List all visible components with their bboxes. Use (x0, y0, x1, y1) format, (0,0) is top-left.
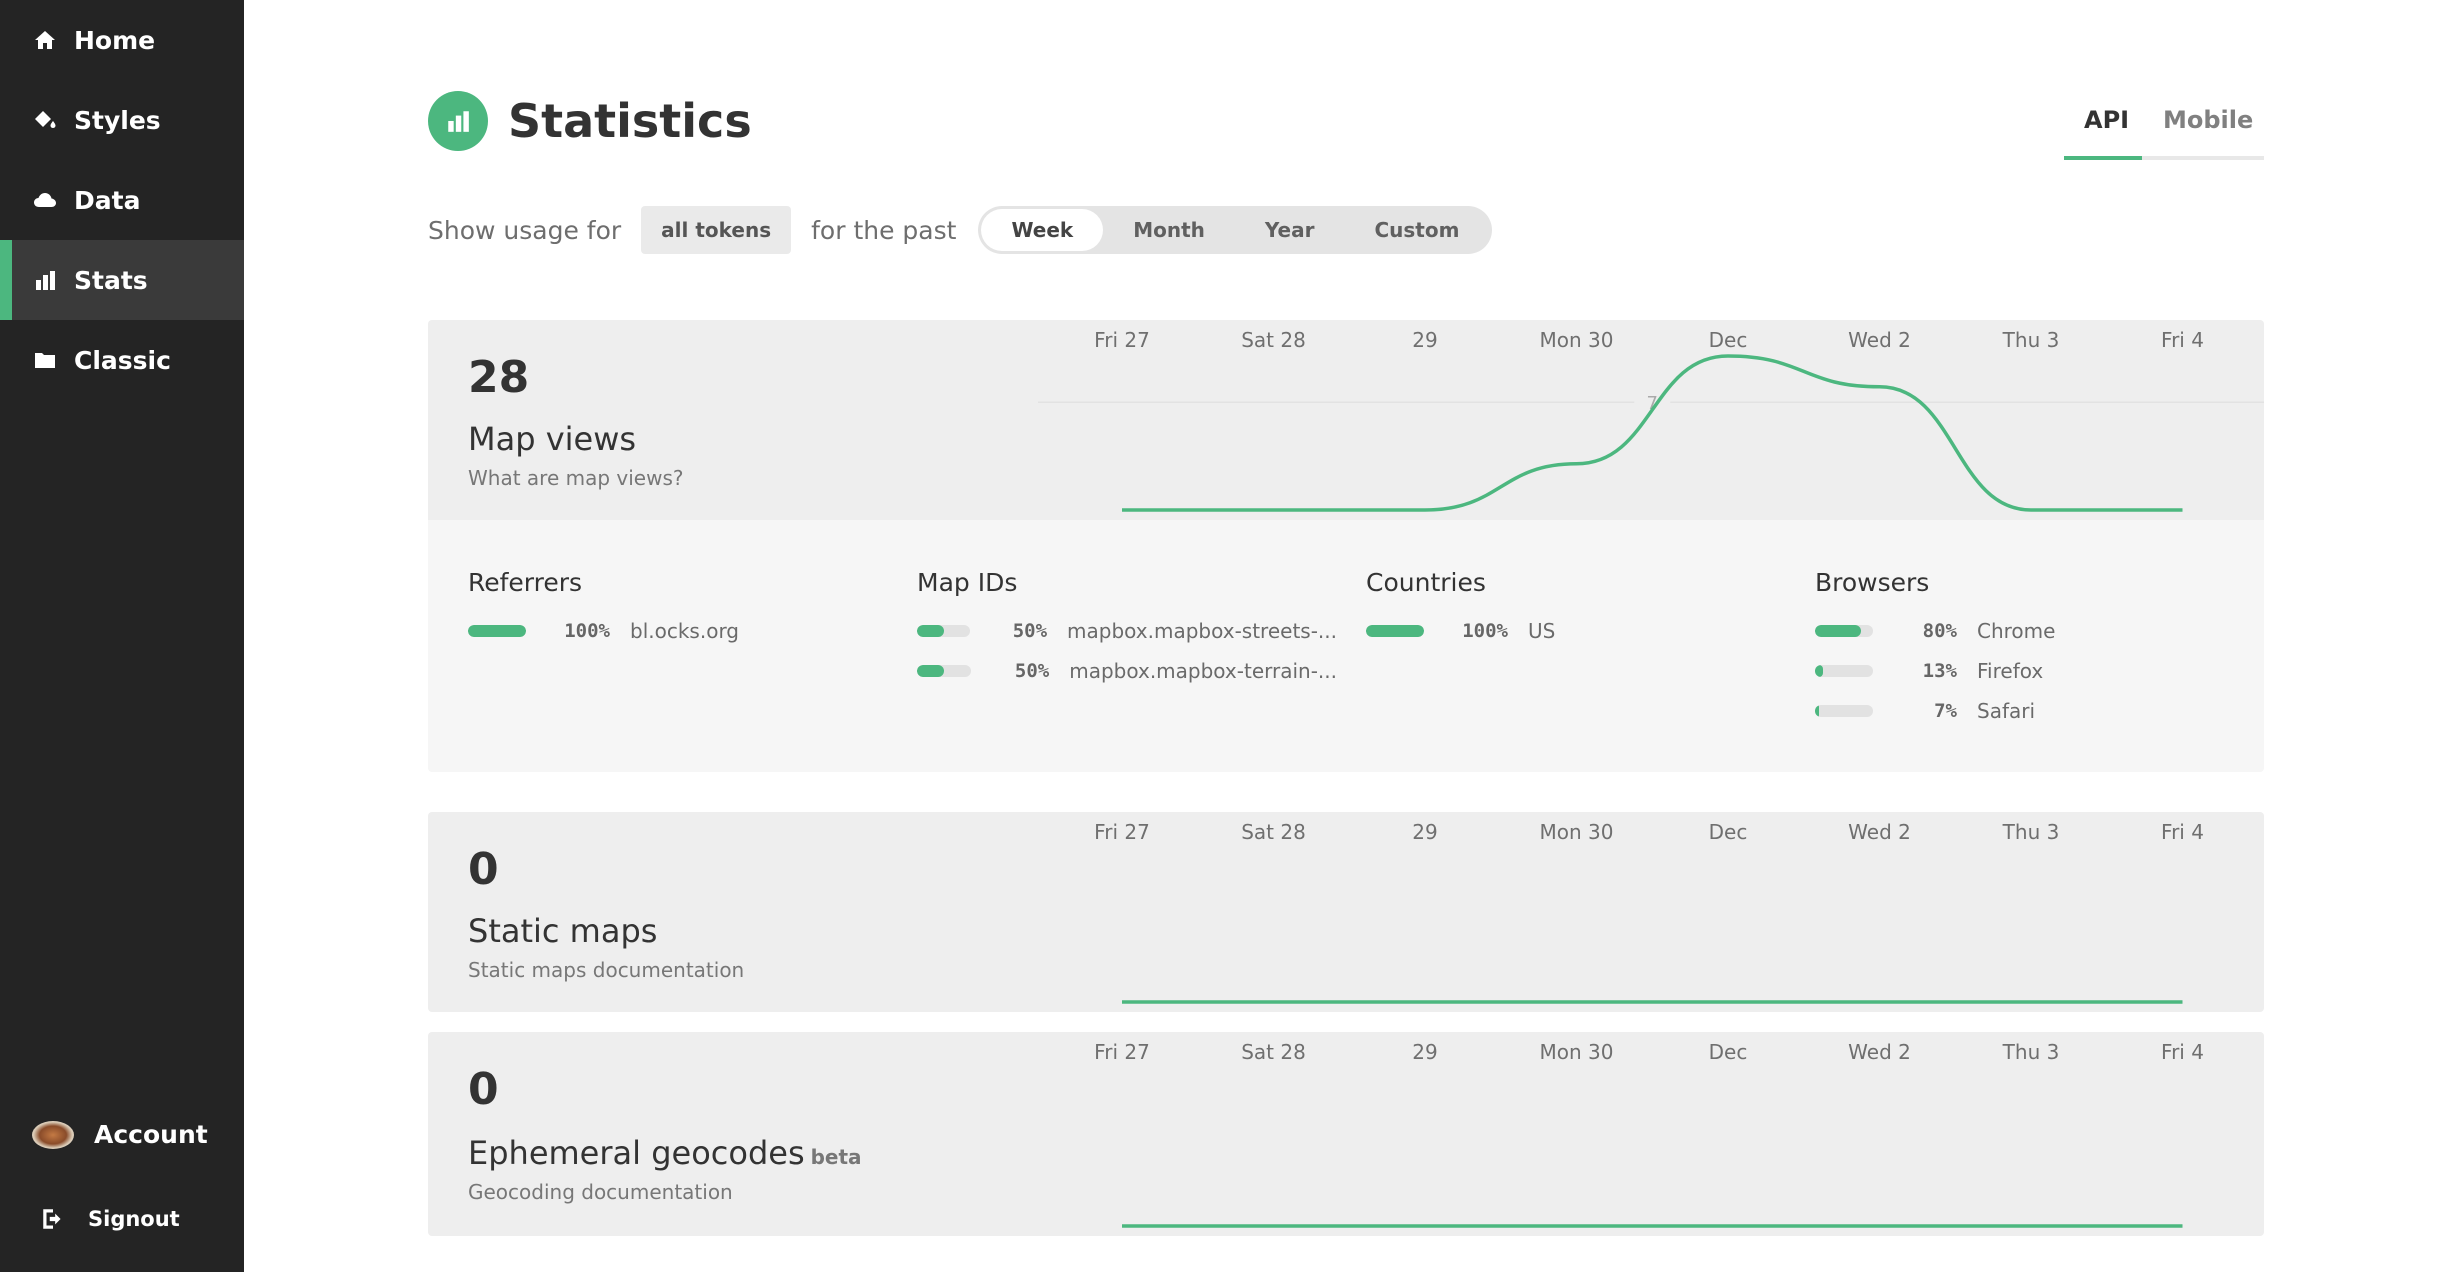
map-id-name: mapbox.mapbox-terrain-... (1069, 659, 1337, 683)
sidebar-item-classic[interactable]: Classic (0, 320, 244, 400)
period-week-button[interactable]: Week (981, 209, 1104, 251)
browsers-title: Browsers (1815, 568, 1930, 597)
percent-value: 100% (564, 620, 610, 642)
page-title: Statistics (508, 94, 752, 148)
line-chart-svg (1121, 1000, 2183, 1004)
percent-value: 7% (1934, 700, 1957, 722)
percent-bar (1366, 625, 1424, 637)
browser-name: Safari (1977, 699, 2036, 723)
list-item: 80% Chrome (1815, 611, 2235, 651)
signout-icon (43, 1209, 61, 1229)
bar-chart-icon (32, 267, 58, 293)
page-header: Statistics (428, 91, 752, 151)
period-month-button[interactable]: Month (1103, 209, 1235, 251)
sidebar-item-styles[interactable]: Styles (0, 80, 244, 160)
percent-bar (1815, 665, 1873, 677)
sidebar-item-label: Classic (74, 345, 171, 375)
stats-title-icon (428, 91, 488, 151)
list-item: 13% Firefox (1815, 651, 2235, 691)
platform-tabs: API Mobile (2064, 98, 2264, 160)
paint-bucket-icon (32, 107, 58, 133)
countries-title: Countries (1366, 568, 1486, 597)
percent-value: 100% (1462, 620, 1508, 642)
map-id-name: mapbox.mapbox-streets-... (1067, 619, 1337, 643)
sidebar: Home Styles Data Stats Classic Account S… (0, 0, 244, 1272)
usage-filter-row: Show usage for all tokens for the past W… (428, 206, 1493, 254)
percent-bar-fill (1366, 625, 1424, 637)
home-icon (32, 27, 58, 53)
country-name: US (1528, 619, 1556, 643)
folder-icon (32, 347, 58, 373)
signout-label: Signout (88, 1207, 180, 1231)
token-filter-button[interactable]: all tokens (641, 206, 792, 254)
series-line (1121, 354, 2183, 512)
sidebar-item-data[interactable]: Data (0, 160, 244, 240)
account-label: Account (94, 1120, 208, 1149)
usage-middle-label: for the past (811, 215, 957, 245)
referrer-name: bl.ocks.org (630, 619, 740, 643)
geocodes-card: 0 Ephemeral geocodes beta Geocoding docum… (428, 1032, 2264, 1236)
percent-bar (1815, 705, 1873, 717)
sidebar-item-label: Home (74, 25, 156, 55)
sidebar-item-label: Stats (74, 265, 148, 295)
static-maps-card: 0 Static maps Static maps documentation … (428, 812, 2264, 1012)
percent-value: 13% (1922, 660, 1957, 682)
map-views-card: 28 Map views What are map views? Fri 27 S… (428, 320, 2264, 520)
percent-value: 50% (1014, 660, 1050, 682)
tab-mobile[interactable]: Mobile (2163, 106, 2253, 134)
cloud-icon (32, 187, 58, 213)
line-chart-svg (1121, 1224, 2183, 1228)
percent-bar-fill (1815, 625, 1862, 637)
countries-column: Countries 100% US (1366, 568, 1786, 651)
map-ids-column: Map IDs 50% mapbox.mapbox-streets-... 50… (917, 568, 1337, 691)
percent-bar-fill (1815, 705, 1820, 717)
percent-bar (468, 625, 526, 637)
sidebar-item-stats[interactable]: Stats (0, 240, 244, 320)
account-button[interactable]: Account (32, 1120, 208, 1149)
list-item: 100% US (1366, 611, 1786, 651)
browsers-column: Browsers 80% Chrome 13% Firefox 7% Safar… (1815, 568, 2235, 731)
percent-bar (917, 665, 972, 677)
sidebar-item-label: Styles (74, 105, 161, 135)
browser-name: Firefox (1977, 659, 2044, 683)
tab-api[interactable]: API (2084, 106, 2129, 134)
list-item: 100% bl.ocks.org (468, 611, 888, 651)
map-views-breakdown: Referrers 100% bl.ocks.org Map IDs 50% m… (428, 520, 2264, 772)
percent-bar-fill (468, 625, 526, 637)
line-chart-svg: 7 (1038, 354, 2264, 512)
active-tab-indicator (2064, 156, 2142, 160)
percent-value: 50% (1012, 620, 1048, 642)
signout-button[interactable]: Signout (40, 1206, 180, 1232)
percent-bar-fill (917, 625, 944, 637)
percent-bar-fill (917, 665, 944, 677)
sidebar-item-home[interactable]: Home (0, 0, 244, 80)
percent-bar (917, 625, 971, 637)
referrers-title: Referrers (468, 568, 583, 597)
map-ids-title: Map IDs (917, 568, 1018, 597)
period-custom-button[interactable]: Custom (1344, 209, 1489, 251)
avatar (32, 1120, 74, 1149)
percent-bar (1815, 625, 1873, 637)
usage-prefix-label: Show usage for (428, 215, 622, 245)
percent-bar-fill (1815, 665, 1823, 677)
percent-value: 80% (1922, 620, 1957, 642)
list-item: 50% mapbox.mapbox-streets-... (917, 611, 1337, 651)
sidebar-item-label: Data (74, 185, 141, 215)
period-year-button[interactable]: Year (1235, 209, 1345, 251)
browser-name: Chrome (1977, 619, 2056, 643)
list-item: 7% Safari (1815, 691, 2235, 731)
period-selector: Week Month Year Custom (978, 206, 1493, 254)
bottom-fade (244, 1236, 2448, 1272)
referrers-column: Referrers 100% bl.ocks.org (468, 568, 888, 651)
list-item: 50% mapbox.mapbox-terrain-... (917, 651, 1337, 691)
